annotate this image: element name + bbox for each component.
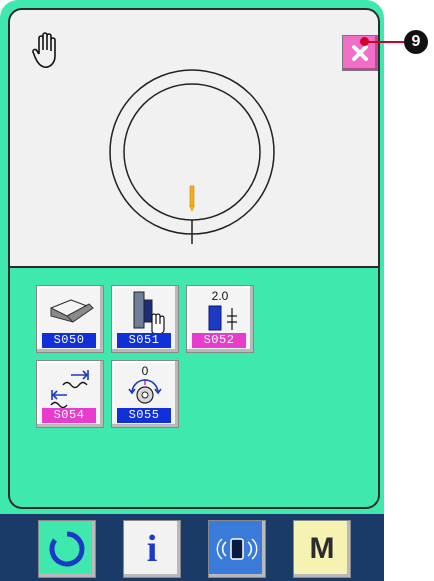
- pattern-view-area: [10, 10, 378, 268]
- reset-button[interactable]: [38, 520, 96, 578]
- stitch-length-button[interactable]: 2.0 S052: [186, 285, 254, 353]
- device-frame: S050 S051 2.0 S052 S054 0 S055 i M: [0, 0, 384, 581]
- mode-label: M: [309, 532, 335, 565]
- reset-icon: [49, 531, 85, 567]
- mode-button[interactable]: M: [293, 520, 351, 578]
- code-label: S051: [117, 333, 171, 348]
- rotation-origin-icon: [128, 379, 162, 404]
- thread-clamp-button[interactable]: S051: [111, 285, 179, 353]
- callout-number: 9: [404, 30, 428, 54]
- hand-icon[interactable]: [30, 30, 64, 70]
- code-label: S052: [192, 333, 246, 348]
- thread-clamp-hand-icon: [133, 291, 165, 335]
- communication-icon: [216, 538, 258, 560]
- code-label: S050: [42, 333, 96, 348]
- code-label: S054: [42, 408, 96, 423]
- callout-dot: [360, 37, 369, 46]
- close-icon: [352, 45, 368, 61]
- code-label: S055: [117, 408, 171, 423]
- stitch-length-icon: [208, 305, 237, 331]
- presser-foot-icon: [50, 299, 94, 323]
- presser-foot-button[interactable]: S050: [36, 285, 104, 353]
- info-icon: i: [146, 528, 158, 570]
- stitch-shift-button[interactable]: S054: [36, 360, 104, 428]
- sewing-pattern-preview: [109, 69, 275, 244]
- stitch-shift-icon: [50, 370, 89, 409]
- information-button[interactable]: i: [123, 520, 181, 578]
- rotation-origin-button[interactable]: 0 S055: [111, 360, 179, 428]
- communication-button[interactable]: [208, 520, 266, 578]
- screen-panel: S050 S051 2.0 S052 S054 0 S055: [8, 8, 380, 509]
- bottom-nav-bar: i M: [0, 514, 384, 581]
